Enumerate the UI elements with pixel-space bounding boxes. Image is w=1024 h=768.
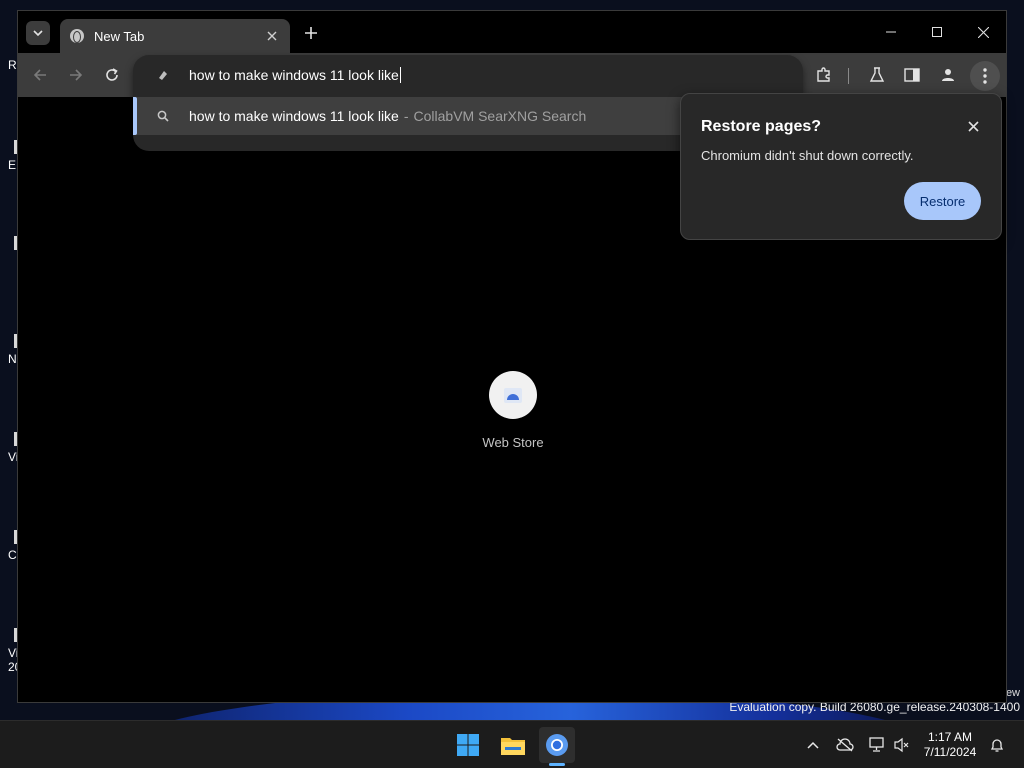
suggestion-engine: CollabVM SearXNG Search bbox=[413, 108, 587, 124]
desktop-icon-label: N bbox=[8, 352, 17, 366]
restore-pages-bubble: Restore pages? Chromium didn't shut down… bbox=[680, 93, 1002, 240]
volume-tray-button[interactable] bbox=[892, 735, 912, 755]
person-icon bbox=[942, 69, 954, 81]
windows-logo-icon bbox=[457, 734, 479, 756]
folder-icon bbox=[501, 738, 525, 755]
desktop-icon-4[interactable]: N bbox=[0, 334, 20, 366]
plus-icon bbox=[305, 27, 317, 39]
cloud-off-icon bbox=[836, 738, 854, 752]
file-explorer-button[interactable] bbox=[495, 727, 531, 763]
suggestion-text: how to make windows 11 look like bbox=[189, 108, 399, 124]
network-tray-button[interactable] bbox=[867, 735, 887, 755]
desktop-icon-2[interactable]: E bbox=[0, 140, 20, 172]
bell-icon bbox=[990, 739, 1004, 752]
taskbar-clock[interactable]: 1:17 AM 7/11/2024 bbox=[914, 730, 986, 760]
minimize-icon bbox=[886, 31, 896, 33]
chevron-down-icon bbox=[33, 30, 43, 37]
tab-strip: New Tab bbox=[18, 11, 1006, 53]
close-icon bbox=[267, 31, 277, 41]
desktop-icon-3[interactable] bbox=[0, 236, 20, 254]
site-info-icon bbox=[155, 67, 171, 83]
desktop-icon-6[interactable]: C bbox=[0, 530, 20, 562]
onedrive-tray-button[interactable] bbox=[835, 735, 855, 755]
back-button[interactable] bbox=[28, 63, 52, 87]
toolbar-divider bbox=[848, 68, 849, 84]
shortcut-web-store[interactable]: Web Store bbox=[473, 371, 553, 450]
maximize-icon bbox=[932, 27, 942, 37]
network-icon bbox=[869, 737, 884, 752]
forward-button[interactable] bbox=[64, 63, 88, 87]
globe-icon bbox=[70, 29, 84, 43]
browser-window: New Tab how to make windows 11 look like… bbox=[17, 10, 1007, 703]
desktop-icon-label: R bbox=[8, 58, 17, 72]
omnibox-text: how to make windows 11 look like bbox=[189, 67, 399, 83]
desktop-icon-label: 20 bbox=[8, 660, 22, 674]
puzzle-icon bbox=[817, 67, 830, 82]
text-caret bbox=[399, 67, 401, 83]
extensions-button[interactable] bbox=[812, 63, 836, 87]
shortcut-label: Web Store bbox=[482, 435, 544, 450]
speaker-muted-icon bbox=[894, 737, 909, 753]
desktop-icon-label: C bbox=[8, 548, 17, 562]
web-store-icon bbox=[489, 371, 537, 419]
desktop-icon-7[interactable]: Vis20 bbox=[0, 628, 24, 674]
desktop-icon-label: Vis bbox=[0, 450, 24, 464]
clock-date: 7/11/2024 bbox=[923, 745, 977, 759]
window-close-button[interactable] bbox=[960, 19, 1006, 45]
restore-button[interactable]: Restore bbox=[904, 182, 981, 220]
flask-icon bbox=[869, 67, 885, 82]
show-hidden-icons-button[interactable] bbox=[803, 735, 823, 755]
taskbar: 1:17 AM 7/11/2024 bbox=[0, 720, 1024, 768]
search-icon bbox=[155, 108, 171, 124]
clock-time: 1:17 AM bbox=[927, 730, 973, 744]
watermark-fragment: ew bbox=[1005, 687, 1020, 699]
arrow-right-icon bbox=[70, 69, 83, 81]
start-button[interactable] bbox=[450, 727, 486, 763]
profile-button[interactable] bbox=[936, 63, 960, 87]
selection-indicator bbox=[133, 97, 137, 135]
restore-title: Restore pages? bbox=[701, 118, 822, 135]
menu-button[interactable] bbox=[970, 61, 1000, 91]
reload-icon bbox=[106, 68, 118, 81]
new-tab-button[interactable] bbox=[300, 22, 322, 44]
side-panel-button[interactable] bbox=[900, 63, 924, 87]
minimize-button[interactable] bbox=[868, 19, 914, 45]
chevron-up-icon bbox=[807, 741, 819, 749]
side-panel-icon bbox=[904, 68, 920, 82]
notifications-button[interactable] bbox=[987, 735, 1007, 755]
restore-close-button[interactable] bbox=[963, 116, 983, 136]
reload-button[interactable] bbox=[100, 63, 124, 87]
tab-close-button[interactable] bbox=[264, 28, 280, 44]
tab-title: New Tab bbox=[94, 28, 145, 44]
tab-new-tab[interactable]: New Tab bbox=[60, 19, 290, 53]
desktop-icon-label: Vis bbox=[0, 646, 24, 660]
close-icon bbox=[967, 120, 979, 132]
active-app-indicator bbox=[549, 763, 565, 766]
chromium-icon bbox=[546, 734, 568, 756]
desktop-icon-5[interactable]: Vis bbox=[0, 432, 24, 464]
restore-message: Chromium didn't shut down correctly. bbox=[701, 148, 914, 163]
close-icon bbox=[977, 26, 989, 38]
tab-search-button[interactable] bbox=[26, 21, 50, 45]
chromium-taskbar-button[interactable] bbox=[539, 727, 575, 763]
arrow-left-icon bbox=[33, 69, 46, 81]
desktop-icon-1[interactable]: R bbox=[0, 58, 18, 72]
maximize-button[interactable] bbox=[914, 19, 960, 45]
suggestion-separator: - bbox=[403, 108, 409, 124]
desktop-icon-label: E bbox=[8, 158, 17, 172]
more-vertical-icon bbox=[983, 68, 987, 84]
omnibox-input[interactable]: how to make windows 11 look like bbox=[133, 55, 803, 95]
labs-button[interactable] bbox=[865, 63, 889, 87]
